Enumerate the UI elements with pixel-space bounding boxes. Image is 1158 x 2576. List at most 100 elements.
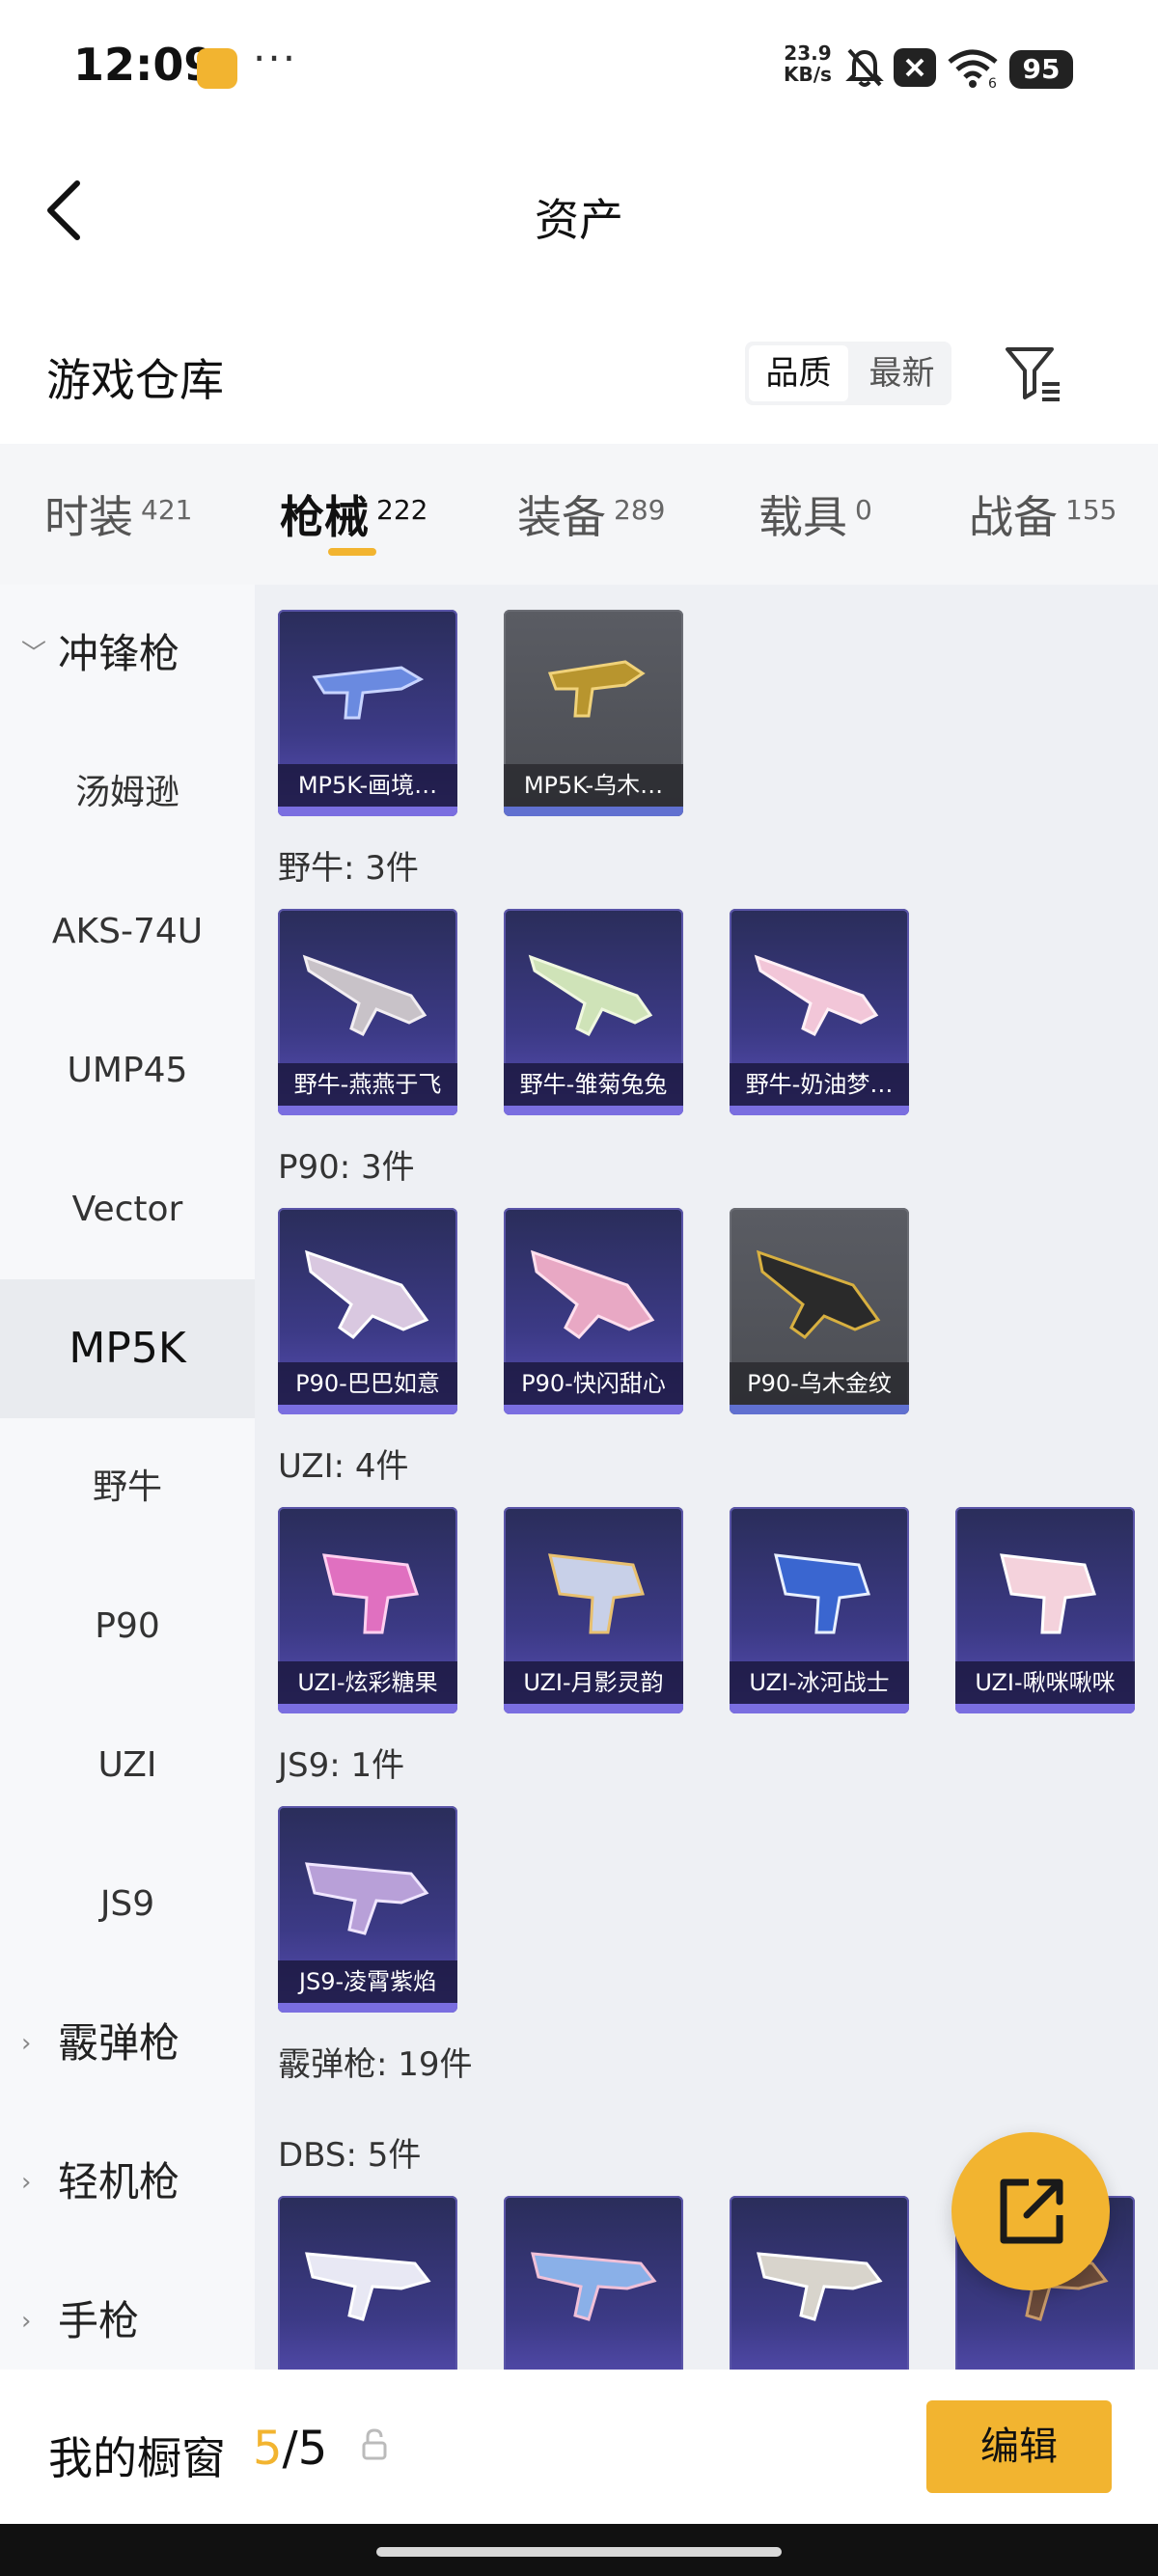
quality-bar	[730, 1405, 909, 1414]
weapon-card[interactable]: 野牛-雏菊兔兔	[504, 909, 683, 1115]
showcase-label: 我的橱窗	[48, 2432, 226, 2484]
weapon-card[interactable]: P90-乌木金纹	[730, 1208, 909, 1414]
weapon-card[interactable]: UZI-啾咪啾咪	[955, 1507, 1135, 1713]
sidebar-item-label: 冲锋枪	[58, 630, 180, 677]
quality-bar	[278, 1106, 457, 1115]
section-title-dbs: DBS: 5件	[278, 2136, 422, 2175]
weapon-card[interactable]	[278, 2196, 457, 2370]
quality-bar	[278, 1405, 457, 1414]
tab-vehicles[interactable]: 载具 0	[758, 482, 872, 546]
sidebar-item-js9[interactable]: JS9	[0, 1835, 255, 1974]
sidebar-item-p90[interactable]: P90	[0, 1557, 255, 1696]
sort-quality-option[interactable]: 品质	[749, 345, 848, 401]
tab-count: 222	[376, 494, 428, 526]
sidebar-group-smg[interactable]: ﹀ 冲锋枪	[0, 585, 255, 724]
weapon-card[interactable]: 野牛-燕燕于飞	[278, 909, 457, 1115]
page-title: 资产	[535, 194, 623, 246]
tab-label: 装备	[517, 491, 606, 543]
navigation-bar	[0, 2524, 1158, 2576]
quality-bar	[504, 1704, 683, 1713]
quality-bar	[504, 807, 683, 816]
quality-bar	[278, 2003, 457, 2013]
sidebar-item-label: 轻机枪	[58, 2158, 180, 2206]
weapon-card-label: 野牛-雏菊兔兔	[504, 1063, 683, 1106]
gun-icon	[312, 666, 425, 720]
quality-bar	[504, 1405, 683, 1414]
network-speed-unit: KB/s	[784, 63, 832, 86]
gun-icon	[322, 1553, 419, 1634]
weapon-card-label: UZI-炫彩糖果	[278, 1661, 457, 1704]
weapon-card[interactable]: UZI-炫彩糖果	[278, 1507, 457, 1713]
status-bar: 12:09 ··· 23.9 KB/s 6 95	[0, 0, 1158, 135]
quality-bar	[730, 1106, 909, 1115]
app-notification-icon	[197, 48, 237, 89]
lock-icon	[362, 2428, 387, 2460]
weapon-card-label: P90-快闪甜心	[504, 1362, 683, 1405]
quality-bar	[278, 807, 457, 816]
network-speed-value: 23.9	[784, 41, 832, 65]
filter-icon[interactable]	[1004, 343, 1063, 403]
weapon-card-label: UZI-月影灵韵	[504, 1661, 683, 1704]
weapon-card[interactable]: P90-巴巴如意	[278, 1208, 457, 1414]
weapon-card[interactable]	[504, 2196, 683, 2370]
sidebar-group-lmg[interactable]: › 轻机枪	[0, 2113, 255, 2252]
network-speed: 23.9 KB/s	[784, 42, 832, 85]
section-title-shotgun: 霰弹枪: 19件	[278, 2045, 473, 2084]
home-indicator[interactable]	[376, 2547, 782, 2557]
sidebar-item-bizon[interactable]: 野牛	[0, 1418, 255, 1557]
close-app-icon	[894, 48, 936, 87]
sidebar-item-ump45[interactable]: UMP45	[0, 1001, 255, 1140]
weapon-card[interactable]: UZI-冰河战士	[730, 1507, 909, 1713]
active-tab-indicator	[328, 548, 376, 556]
tab-equipment[interactable]: 装备 289	[517, 482, 665, 546]
quality-bar	[504, 1106, 683, 1115]
sidebar-item-uzi[interactable]: UZI	[0, 1696, 255, 1835]
sort-newest-option[interactable]: 最新	[852, 342, 951, 405]
showcase-count: 5/5	[253, 2422, 327, 2476]
sidebar-item-vector[interactable]: Vector	[0, 1140, 255, 1279]
weapon-card[interactable]	[730, 2196, 909, 2370]
showcase-used: 5	[253, 2422, 283, 2476]
tab-label: 枪械	[280, 491, 369, 543]
weapon-card-label: 野牛-奶油梦…	[730, 1063, 909, 1106]
tab-supplies[interactable]: 战备 155	[969, 482, 1117, 546]
sidebar-item-mp5k[interactable]: MP5K	[0, 1279, 255, 1418]
weapon-card[interactable]: P90-快闪甜心	[504, 1208, 683, 1414]
weapon-card-label: P90-乌木金纹	[730, 1362, 909, 1405]
warehouse-title: 游戏仓库	[46, 354, 224, 406]
wifi-level: 6	[988, 76, 997, 89]
gun-icon	[531, 2252, 657, 2321]
battery-indicator: 95	[1009, 50, 1073, 89]
sort-toggle: 品质 最新	[745, 342, 951, 405]
weapon-card[interactable]: MP5K-乌木…	[504, 610, 683, 816]
share-fab[interactable]	[951, 2132, 1110, 2290]
weapon-type-sidebar: ﹀ 冲锋枪 汤姆逊 AKS-74U UMP45 Vector MP5K 野牛 P9…	[0, 585, 255, 2370]
status-time: 12:09	[73, 39, 215, 91]
tab-label: 时装	[44, 491, 133, 543]
tab-count: 289	[614, 494, 666, 526]
gun-icon	[531, 1249, 655, 1339]
weapon-card[interactable]: JS9-凌霄紫焰	[278, 1806, 457, 2013]
weapon-card[interactable]: UZI-月影灵韵	[504, 1507, 683, 1713]
gun-icon	[547, 660, 646, 718]
weapon-card[interactable]: 野牛-奶油梦…	[730, 909, 909, 1115]
tab-label: 战备	[969, 491, 1058, 543]
weapon-card-label: 野牛-燕燕于飞	[278, 1063, 457, 1106]
weapon-card-label: MP5K-画境…	[278, 764, 457, 807]
tab-fashion[interactable]: 时装 421	[44, 482, 192, 546]
weapon-grid: MP5K-画境… MP5K-乌木… 野牛: 3件 野牛-燕燕于飞 野牛-雏菊兔兔…	[255, 585, 1158, 2370]
tab-firearms[interactable]: 枪械 222	[280, 482, 427, 546]
section-title: 野牛: 3件	[278, 849, 419, 888]
sidebar-item-label: 霰弹枪	[58, 2019, 180, 2067]
weapon-card-label: UZI-冰河战士	[730, 1661, 909, 1704]
edit-button[interactable]: 编辑	[926, 2400, 1112, 2493]
mute-bell-icon	[845, 48, 884, 87]
sidebar-item-aks74u[interactable]: AKS-74U	[0, 863, 255, 1001]
sidebar-item-thompson[interactable]: 汤姆逊	[0, 724, 255, 863]
weapon-card[interactable]: MP5K-画境…	[278, 610, 457, 816]
sidebar-group-shotgun[interactable]: › 霰弹枪	[0, 1974, 255, 2113]
gun-icon	[754, 954, 879, 1036]
wifi-icon: 6	[948, 49, 998, 89]
showcase-total: 5	[297, 2422, 328, 2476]
section-title: UZI: 4件	[278, 1447, 409, 1486]
